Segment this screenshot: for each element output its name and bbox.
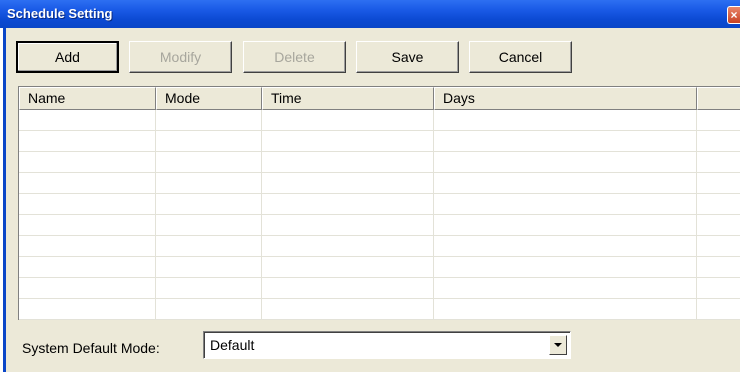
delete-button[interactable]: Delete xyxy=(243,41,346,73)
title-bar[interactable]: Schedule Setting × xyxy=(0,0,740,28)
table-cell-extra xyxy=(697,173,740,194)
table-cell-mode xyxy=(156,131,262,152)
default-mode-label: System Default Mode: xyxy=(22,340,160,356)
table-cell-time xyxy=(262,299,434,320)
table-cell-days xyxy=(434,215,697,236)
table-cell-name xyxy=(19,173,156,194)
table-row[interactable] xyxy=(19,194,740,215)
default-mode-select[interactable]: Default xyxy=(203,331,571,359)
table-cell-days xyxy=(434,131,697,152)
column-header-days[interactable]: Days xyxy=(434,87,697,110)
table-cell-name xyxy=(19,131,156,152)
table-cell-extra xyxy=(697,257,740,278)
table-cell-time xyxy=(262,278,434,299)
table-cell-mode xyxy=(156,299,262,320)
table-cell-name xyxy=(19,257,156,278)
table-body xyxy=(19,110,740,321)
table-row[interactable] xyxy=(19,278,740,299)
table-cell-name xyxy=(19,299,156,320)
table-cell-days xyxy=(434,299,697,320)
table-cell-name xyxy=(19,194,156,215)
table-cell-name xyxy=(19,215,156,236)
table-cell-mode xyxy=(156,152,262,173)
table-cell-days xyxy=(434,278,697,299)
table-header: Name Mode Time Days xyxy=(19,87,740,110)
cancel-button[interactable]: Cancel xyxy=(469,41,572,73)
dropdown-arrow-glyph xyxy=(554,343,562,347)
schedule-table[interactable]: Name Mode Time Days xyxy=(18,86,740,320)
table-cell-name xyxy=(19,236,156,257)
table-row[interactable] xyxy=(19,257,740,278)
table-cell-extra xyxy=(697,152,740,173)
table-cell-name xyxy=(19,110,156,131)
table-cell-days xyxy=(434,236,697,257)
column-header-mode[interactable]: Mode xyxy=(156,87,262,110)
default-mode-value: Default xyxy=(210,337,255,353)
table-cell-days xyxy=(434,194,697,215)
table-cell-time xyxy=(262,110,434,131)
table-cell-time xyxy=(262,194,434,215)
window-title: Schedule Setting xyxy=(7,6,113,21)
schedule-setting-window: Schedule Setting × Add Modify Delete Sav… xyxy=(0,0,740,372)
table-row[interactable] xyxy=(19,236,740,257)
table-cell-days xyxy=(434,257,697,278)
table-cell-extra xyxy=(697,131,740,152)
column-header-extra[interactable] xyxy=(697,87,740,110)
table-cell-time xyxy=(262,173,434,194)
save-button[interactable]: Save xyxy=(356,41,459,73)
table-cell-mode xyxy=(156,110,262,131)
table-row[interactable] xyxy=(19,173,740,194)
column-header-name[interactable]: Name xyxy=(19,87,156,110)
table-cell-time xyxy=(262,257,434,278)
table-cell-extra xyxy=(697,215,740,236)
table-row[interactable] xyxy=(19,131,740,152)
table-cell-mode xyxy=(156,236,262,257)
table-row[interactable] xyxy=(19,110,740,131)
table-cell-time xyxy=(262,236,434,257)
table-cell-mode xyxy=(156,173,262,194)
table-cell-time xyxy=(262,152,434,173)
table-cell-extra xyxy=(697,236,740,257)
table-row[interactable] xyxy=(19,299,740,320)
table-cell-mode xyxy=(156,257,262,278)
table-cell-time xyxy=(262,215,434,236)
table-cell-days xyxy=(434,152,697,173)
column-header-time[interactable]: Time xyxy=(262,87,434,110)
table-cell-days xyxy=(434,173,697,194)
table-cell-extra xyxy=(697,194,740,215)
chevron-down-icon[interactable] xyxy=(549,335,567,355)
modify-button[interactable]: Modify xyxy=(129,41,232,73)
close-icon[interactable]: × xyxy=(727,6,740,24)
table-row[interactable] xyxy=(19,215,740,236)
table-cell-name xyxy=(19,152,156,173)
table-row[interactable] xyxy=(19,152,740,173)
table-cell-time xyxy=(262,131,434,152)
table-cell-days xyxy=(434,110,697,131)
add-button[interactable]: Add xyxy=(16,41,119,73)
table-cell-extra xyxy=(697,299,740,320)
table-cell-mode xyxy=(156,215,262,236)
dialog-body: Add Modify Delete Save Cancel Name Mode … xyxy=(3,28,740,372)
table-cell-name xyxy=(19,278,156,299)
table-cell-mode xyxy=(156,278,262,299)
table-cell-extra xyxy=(697,110,740,131)
table-cell-extra xyxy=(697,278,740,299)
table-cell-mode xyxy=(156,194,262,215)
